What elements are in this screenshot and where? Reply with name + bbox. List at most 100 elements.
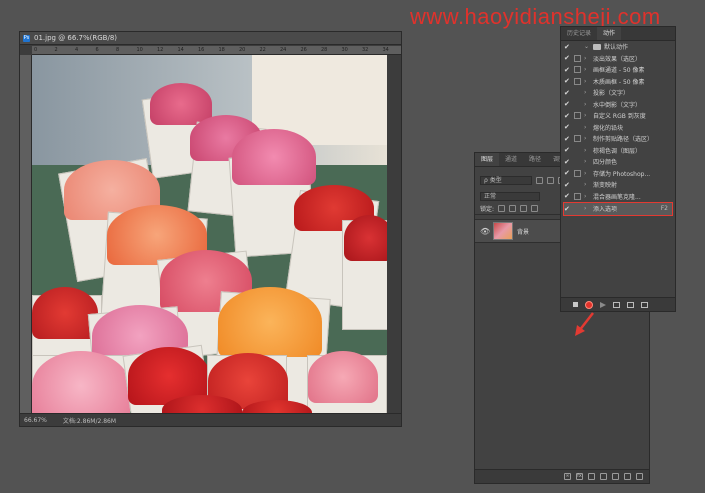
expand-arrow-icon[interactable]: › [584,78,590,85]
document-size-info[interactable]: 文档:2.86M/2.86M [63,416,116,425]
action-row[interactable]: ✔ › 画框通道 - 50 像素 [561,64,675,76]
action-name: 自定义 RGB 到灰度 [593,113,646,121]
layer-kind-filter[interactable]: ρ 类型 [480,175,532,185]
image-canvas[interactable] [32,55,389,416]
dialog-toggle[interactable] [574,66,581,74]
tab-history[interactable]: 历史记录 [561,27,597,40]
expand-arrow-icon[interactable]: › [584,101,590,108]
delete-layer-icon[interactable] [636,473,643,480]
tab-layers[interactable]: 图层 [475,153,500,166]
dialog-toggle[interactable] [574,77,581,85]
dialog-toggle[interactable] [574,192,581,200]
check-icon[interactable]: ✔ [564,169,571,177]
action-row[interactable]: ✔ › 熔化的铅块 [561,122,675,134]
action-set-row[interactable]: ✔ ⌄ 默认动作 [561,41,675,53]
check-icon[interactable]: ✔ [564,54,571,62]
action-row-selected[interactable]: ✔ › 添入选项 F2 [563,202,673,216]
dialog-toggle[interactable] [574,43,581,50]
vertical-scrollbar[interactable] [387,55,401,413]
expand-arrow-icon[interactable]: › [584,193,590,200]
lock-transparent-icon[interactable] [498,205,506,212]
action-row[interactable]: ✔ › 棕褐色调（图层） [561,145,675,157]
check-icon[interactable]: ✔ [564,192,571,200]
action-row[interactable]: ✔ › 存储为 Photoshop... [561,168,675,180]
zoom-level[interactable]: 66.67% [24,417,47,424]
tab-actions[interactable]: 动作 [597,27,622,40]
dialog-toggle[interactable] [574,89,581,96]
expand-arrow-icon[interactable]: › [584,158,590,165]
check-icon[interactable]: ✔ [564,66,571,74]
action-row[interactable]: ✔ › 淡出效果（选区） [561,53,675,65]
status-bar: 66.67% 文档:2.86M/2.86M [20,413,401,426]
dialog-toggle[interactable] [574,124,581,131]
adjustment-layer-icon[interactable] [600,473,607,480]
horizontal-ruler[interactable]: 0 2 4 6 8 10 12 14 16 18 20 22 24 26 28 30 32 34 [32,46,401,55]
new-group-icon[interactable] [612,473,619,480]
dialog-toggle[interactable] [574,112,581,120]
expand-arrow-icon[interactable]: › [584,205,590,212]
dialog-toggle[interactable] [574,101,581,108]
pixel-filter-icon[interactable] [536,176,543,184]
action-row[interactable]: ✔ › 混合器画笔克隆... [561,191,675,203]
action-row[interactable]: ✔ › 投影（文字） [561,87,675,99]
expand-arrow-icon[interactable]: › [584,66,590,73]
adjustment-filter-icon[interactable] [547,176,554,184]
layer-style-icon[interactable]: fx [576,473,583,480]
check-icon[interactable]: ✔ [564,146,571,154]
expand-arrow-icon[interactable]: ⌄ [584,43,590,50]
expand-arrow-icon[interactable]: › [584,135,590,142]
expand-arrow-icon[interactable]: › [584,147,590,154]
lock-position-icon[interactable] [520,205,528,212]
check-icon[interactable]: ✔ [564,205,571,213]
new-layer-icon[interactable] [624,473,631,480]
expand-arrow-icon[interactable]: › [584,55,590,62]
dialog-toggle[interactable] [574,147,581,154]
check-icon[interactable]: ✔ [564,77,571,85]
check-icon[interactable]: ✔ [564,135,571,143]
dialog-toggle[interactable] [574,181,581,188]
action-row[interactable]: ✔ › 水中倒影（文字） [561,99,675,111]
layer-name: 背景 [517,228,530,236]
check-icon[interactable]: ✔ [564,100,571,108]
dialog-toggle[interactable] [574,135,581,143]
new-action-icon[interactable] [627,301,634,308]
check-icon[interactable]: ✔ [564,123,571,131]
record-icon[interactable] [585,300,593,309]
check-icon[interactable]: ✔ [564,112,571,120]
lock-image-icon[interactable] [509,205,517,212]
check-icon[interactable]: ✔ [564,43,571,51]
expand-arrow-icon[interactable]: › [584,89,590,96]
link-layers-icon[interactable]: ∞ [564,473,571,480]
dialog-toggle[interactable] [574,158,581,165]
ruler-tick-label: 22 [259,47,266,53]
visibility-eye-icon[interactable]: 👁 [480,227,490,236]
expand-arrow-icon[interactable]: › [584,124,590,131]
dialog-toggle[interactable] [574,169,581,177]
check-icon[interactable]: ✔ [564,89,571,97]
tab-channels[interactable]: 通道 [499,153,523,166]
action-row[interactable]: ✔ › 四分颜色 [561,156,675,168]
vertical-ruler[interactable] [20,55,32,413]
tab-paths[interactable]: 路径 [523,153,547,166]
document-tab[interactable]: Ps 01.jpg @ 66.7%(RGB/8) [20,32,401,45]
expand-arrow-icon[interactable]: › [584,112,590,119]
layer-mask-icon[interactable] [588,473,595,480]
new-set-folder-icon[interactable] [613,301,620,308]
ruler-tick-label: 18 [218,47,225,53]
stop-icon[interactable] [573,302,578,307]
check-icon[interactable]: ✔ [564,158,571,166]
delete-action-icon[interactable] [641,301,648,308]
lock-all-icon[interactable] [531,205,539,212]
action-row[interactable]: ✔ › 木质画框 - 50 像素 [561,76,675,88]
expand-arrow-icon[interactable]: › [584,170,590,177]
play-icon[interactable] [600,301,606,308]
dialog-toggle[interactable] [574,54,581,62]
blend-mode-select[interactable]: 正常 [480,191,540,201]
layer-thumbnail [493,222,513,240]
action-row[interactable]: ✔ › 自定义 RGB 到灰度 [561,110,675,122]
action-row[interactable]: ✔ › 制作剪贴路径（选区） [561,133,675,145]
dialog-toggle[interactable] [574,205,581,212]
check-icon[interactable]: ✔ [564,181,571,189]
expand-arrow-icon[interactable]: › [584,181,590,188]
action-row[interactable]: ✔ › 渐变映射 [561,179,675,191]
